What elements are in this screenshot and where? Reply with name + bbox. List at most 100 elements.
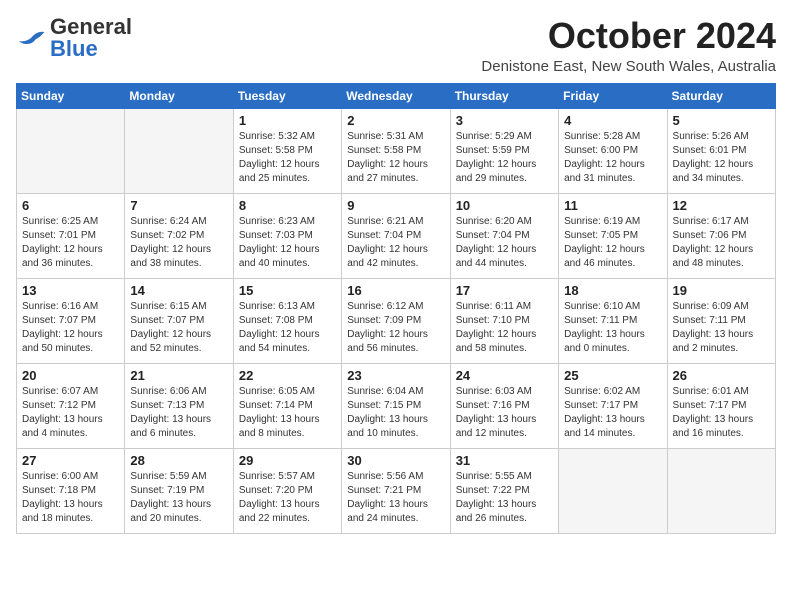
title-block: October 2024 Denistone East, New South W… xyxy=(481,16,776,75)
day-number: 15 xyxy=(239,283,336,298)
calendar-cell: 19Sunrise: 6:09 AMSunset: 7:11 PMDayligh… xyxy=(667,278,775,363)
cell-info: Sunrise: 6:25 AMSunset: 7:01 PMDaylight:… xyxy=(22,216,103,269)
logo-bird-icon xyxy=(16,29,46,47)
cell-info: Sunrise: 6:04 AMSunset: 7:15 PMDaylight:… xyxy=(347,386,428,439)
calendar-cell: 28 Sunrise: 5:59 AMSunset: 7:19 PMDayligh… xyxy=(125,448,233,533)
calendar-cell: 16 Sunrise: 6:12 AMSunset: 7:09 PMDayligh… xyxy=(342,278,450,363)
day-number: 22 xyxy=(239,368,336,383)
day-number: 29 xyxy=(239,453,336,468)
calendar-cell: 11 Sunrise: 6:19 AMSunset: 7:05 PMDayligh… xyxy=(559,193,667,278)
calendar-cell: 13 Sunrise: 6:16 AMSunset: 7:07 PMDayligh… xyxy=(17,278,125,363)
cell-info: Sunrise: 5:28 AMSunset: 6:00 PMDaylight:… xyxy=(564,131,645,184)
day-number: 17 xyxy=(456,283,553,298)
cell-info: Sunrise: 6:05 AMSunset: 7:14 PMDaylight:… xyxy=(239,386,320,439)
calendar-cell: 30Sunrise: 5:56 AMSunset: 7:21 PMDayligh… xyxy=(342,448,450,533)
col-monday: Monday xyxy=(125,83,233,108)
cell-info: Sunrise: 5:59 AMSunset: 7:19 PMDaylight:… xyxy=(130,471,211,524)
cell-info: Sunrise: 6:15 AMSunset: 7:07 PMDaylight:… xyxy=(130,301,211,354)
month-title: October 2024 xyxy=(481,16,776,56)
calendar-cell: 9Sunrise: 6:21 AMSunset: 7:04 PMDaylight… xyxy=(342,193,450,278)
cell-info: Sunrise: 6:06 AMSunset: 7:13 PMDaylight:… xyxy=(130,386,211,439)
day-number: 25 xyxy=(564,368,661,383)
calendar-cell: 12 Sunrise: 6:17 AMSunset: 7:06 PMDayligh… xyxy=(667,193,775,278)
day-number: 2 xyxy=(347,113,444,128)
cell-info: Sunrise: 6:10 AMSunset: 7:11 PMDaylight:… xyxy=(564,301,645,354)
col-thursday: Thursday xyxy=(450,83,558,108)
cell-info: Sunrise: 6:09 AMSunset: 7:11 PMDaylight:… xyxy=(673,301,754,354)
calendar-cell: 15Sunrise: 6:13 AMSunset: 7:08 PMDayligh… xyxy=(233,278,341,363)
calendar-cell: 8Sunrise: 6:23 AMSunset: 7:03 PMDaylight… xyxy=(233,193,341,278)
day-number: 12 xyxy=(673,198,770,213)
calendar-week-row: 13 Sunrise: 6:16 AMSunset: 7:07 PMDayligh… xyxy=(17,278,776,363)
day-number: 31 xyxy=(456,453,553,468)
calendar-cell: 18Sunrise: 6:10 AMSunset: 7:11 PMDayligh… xyxy=(559,278,667,363)
cell-info: Sunrise: 6:16 AMSunset: 7:07 PMDaylight:… xyxy=(22,301,103,354)
cell-info: Sunrise: 5:26 AMSunset: 6:01 PMDaylight:… xyxy=(673,131,754,184)
calendar-table: Sunday Monday Tuesday Wednesday Thursday… xyxy=(16,83,776,534)
cell-info: Sunrise: 6:00 AMSunset: 7:18 PMDaylight:… xyxy=(22,471,103,524)
logo: GeneralBlue xyxy=(16,16,132,60)
calendar-cell: 4Sunrise: 5:28 AMSunset: 6:00 PMDaylight… xyxy=(559,108,667,193)
cell-info: Sunrise: 6:03 AMSunset: 7:16 PMDaylight:… xyxy=(456,386,537,439)
day-number: 11 xyxy=(564,198,661,213)
cell-info: Sunrise: 6:24 AMSunset: 7:02 PMDaylight:… xyxy=(130,216,211,269)
calendar-cell: 27 Sunrise: 6:00 AMSunset: 7:18 PMDayligh… xyxy=(17,448,125,533)
day-number: 10 xyxy=(456,198,553,213)
day-number: 16 xyxy=(347,283,444,298)
day-number: 6 xyxy=(22,198,119,213)
location-text: Denistone East, New South Wales, Austral… xyxy=(481,58,776,75)
calendar-header-row: Sunday Monday Tuesday Wednesday Thursday… xyxy=(17,83,776,108)
day-number: 13 xyxy=(22,283,119,298)
cell-info: Sunrise: 5:29 AMSunset: 5:59 PMDaylight:… xyxy=(456,131,537,184)
cell-info: Sunrise: 6:12 AMSunset: 7:09 PMDaylight:… xyxy=(347,301,428,354)
col-friday: Friday xyxy=(559,83,667,108)
cell-info: Sunrise: 6:01 AMSunset: 7:17 PMDaylight:… xyxy=(673,386,754,439)
cell-info: Sunrise: 6:02 AMSunset: 7:17 PMDaylight:… xyxy=(564,386,645,439)
calendar-cell: 22 Sunrise: 6:05 AMSunset: 7:14 PMDayligh… xyxy=(233,363,341,448)
calendar-cell: 23Sunrise: 6:04 AMSunset: 7:15 PMDayligh… xyxy=(342,363,450,448)
day-number: 14 xyxy=(130,283,227,298)
calendar-cell: 31Sunrise: 5:55 AMSunset: 7:22 PMDayligh… xyxy=(450,448,558,533)
col-sunday: Sunday xyxy=(17,83,125,108)
calendar-cell: 14 Sunrise: 6:15 AMSunset: 7:07 PMDayligh… xyxy=(125,278,233,363)
col-saturday: Saturday xyxy=(667,83,775,108)
cell-info: Sunrise: 6:19 AMSunset: 7:05 PMDaylight:… xyxy=(564,216,645,269)
day-number: 28 xyxy=(130,453,227,468)
calendar-week-row: 1Sunrise: 5:32 AMSunset: 5:58 PMDaylight… xyxy=(17,108,776,193)
calendar-cell: 2Sunrise: 5:31 AMSunset: 5:58 PMDaylight… xyxy=(342,108,450,193)
cell-info: Sunrise: 5:32 AMSunset: 5:58 PMDaylight:… xyxy=(239,131,320,184)
cell-info: Sunrise: 6:20 AMSunset: 7:04 PMDaylight:… xyxy=(456,216,537,269)
calendar-week-row: 27 Sunrise: 6:00 AMSunset: 7:18 PMDayligh… xyxy=(17,448,776,533)
day-number: 3 xyxy=(456,113,553,128)
day-number: 5 xyxy=(673,113,770,128)
calendar-cell: 10 Sunrise: 6:20 AMSunset: 7:04 PMDayligh… xyxy=(450,193,558,278)
calendar-cell xyxy=(17,108,125,193)
cell-info: Sunrise: 6:21 AMSunset: 7:04 PMDaylight:… xyxy=(347,216,428,269)
col-tuesday: Tuesday xyxy=(233,83,341,108)
day-number: 27 xyxy=(22,453,119,468)
calendar-cell xyxy=(559,448,667,533)
cell-info: Sunrise: 6:17 AMSunset: 7:06 PMDaylight:… xyxy=(673,216,754,269)
cell-info: Sunrise: 5:57 AMSunset: 7:20 PMDaylight:… xyxy=(239,471,320,524)
calendar-cell: 3 Sunrise: 5:29 AMSunset: 5:59 PMDaylight… xyxy=(450,108,558,193)
day-number: 7 xyxy=(130,198,227,213)
calendar-cell: 21 Sunrise: 6:06 AMSunset: 7:13 PMDayligh… xyxy=(125,363,233,448)
calendar-cell xyxy=(125,108,233,193)
calendar-week-row: 20Sunrise: 6:07 AMSunset: 7:12 PMDayligh… xyxy=(17,363,776,448)
calendar-cell: 20Sunrise: 6:07 AMSunset: 7:12 PMDayligh… xyxy=(17,363,125,448)
calendar-cell: 1Sunrise: 5:32 AMSunset: 5:58 PMDaylight… xyxy=(233,108,341,193)
calendar-cell: 26 Sunrise: 6:01 AMSunset: 7:17 PMDayligh… xyxy=(667,363,775,448)
calendar-cell: 5 Sunrise: 5:26 AMSunset: 6:01 PMDaylight… xyxy=(667,108,775,193)
day-number: 21 xyxy=(130,368,227,383)
calendar-week-row: 6 Sunrise: 6:25 AMSunset: 7:01 PMDaylight… xyxy=(17,193,776,278)
day-number: 26 xyxy=(673,368,770,383)
logo-text: GeneralBlue xyxy=(50,16,132,60)
day-number: 24 xyxy=(456,368,553,383)
calendar-cell: 6 Sunrise: 6:25 AMSunset: 7:01 PMDaylight… xyxy=(17,193,125,278)
calendar-cell: 17Sunrise: 6:11 AMSunset: 7:10 PMDayligh… xyxy=(450,278,558,363)
day-number: 30 xyxy=(347,453,444,468)
calendar-cell: 25 Sunrise: 6:02 AMSunset: 7:17 PMDayligh… xyxy=(559,363,667,448)
calendar-cell: 24 Sunrise: 6:03 AMSunset: 7:16 PMDayligh… xyxy=(450,363,558,448)
day-number: 20 xyxy=(22,368,119,383)
day-number: 8 xyxy=(239,198,336,213)
